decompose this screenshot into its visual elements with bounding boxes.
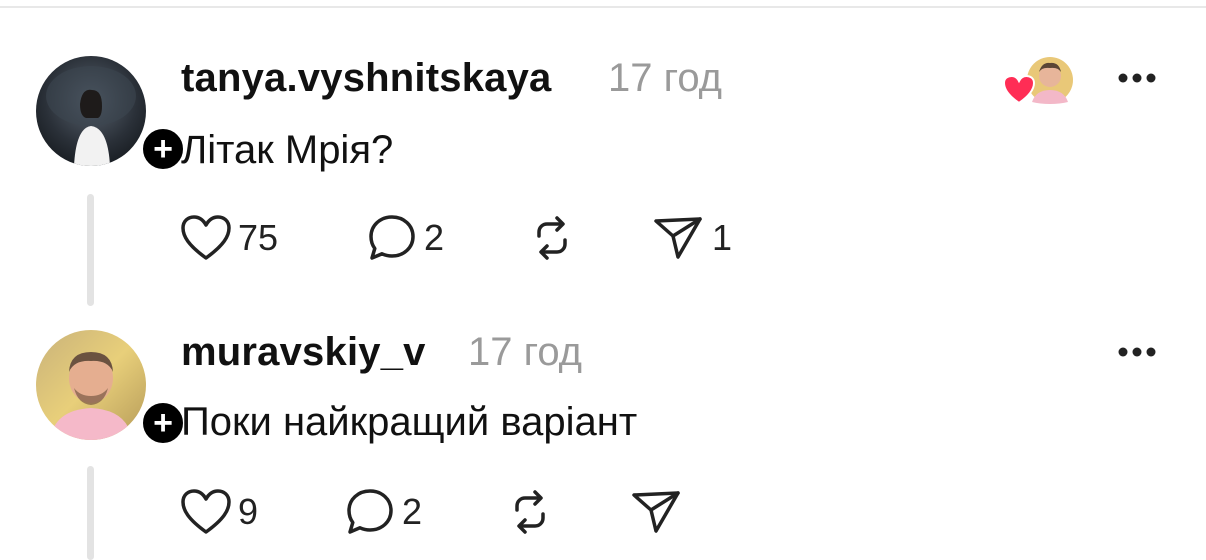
plus-icon: + xyxy=(153,404,173,442)
like-button[interactable]: 9 xyxy=(180,482,258,542)
timestamp: 17 год xyxy=(468,330,583,374)
avatar-photo-muravskiy xyxy=(36,330,146,440)
like-count: 75 xyxy=(238,217,279,258)
repost-button[interactable] xyxy=(524,208,586,268)
avatar[interactable]: + xyxy=(36,56,188,174)
more-icon xyxy=(1118,73,1156,83)
repost-icon xyxy=(515,490,545,534)
avatar-photo-tanya xyxy=(36,56,146,166)
like-count: 9 xyxy=(238,491,259,532)
comment-count: 2 xyxy=(424,217,445,258)
username[interactable]: muravskiy_v xyxy=(181,330,426,375)
comment-count: 2 xyxy=(402,491,423,532)
post-text: Літак Мрія? xyxy=(181,128,394,172)
avatar[interactable]: + xyxy=(36,330,188,448)
repost-icon xyxy=(537,216,567,260)
heart-icon xyxy=(181,215,231,260)
comment-button[interactable]: 2 xyxy=(344,482,422,542)
more-icon xyxy=(1118,347,1156,357)
repost-button[interactable] xyxy=(502,482,564,542)
username[interactable]: tanya.vyshnitskaya xyxy=(181,56,551,101)
timestamp: 17 год xyxy=(608,56,723,100)
share-count: 1 xyxy=(712,217,733,258)
top-divider xyxy=(0,6,1206,8)
like-button[interactable]: 75 xyxy=(180,208,278,268)
comment-button[interactable]: 2 xyxy=(366,208,444,268)
share-icon xyxy=(654,217,702,259)
share-icon xyxy=(632,491,680,533)
more-options-button[interactable] xyxy=(1115,66,1159,90)
share-button[interactable]: 1 xyxy=(652,208,732,268)
thread-line xyxy=(87,466,94,560)
share-button[interactable] xyxy=(630,482,690,542)
liked-by-author-indicator xyxy=(1000,52,1080,112)
post-text: Поки найкращий варіант xyxy=(181,400,638,444)
comment-icon xyxy=(369,215,415,260)
heart-icon xyxy=(1002,74,1036,105)
plus-icon: + xyxy=(153,130,173,168)
more-options-button[interactable] xyxy=(1115,340,1159,364)
thread-line xyxy=(87,194,94,306)
comment-icon xyxy=(347,489,393,534)
heart-icon xyxy=(181,489,231,534)
